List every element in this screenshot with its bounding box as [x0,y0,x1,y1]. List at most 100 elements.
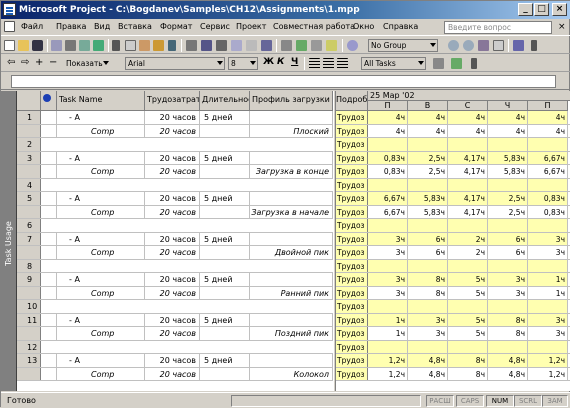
task-profile[interactable] [250,192,333,205]
assignment-duration[interactable] [200,165,250,178]
help-icon[interactable] [513,40,524,51]
table-row[interactable]: 7 - A 20 часов 5 дней [17,232,333,246]
usage-cell[interactable]: 4,17ч [448,165,488,178]
show-button[interactable]: Показать [63,57,111,70]
work-contour[interactable]: Загрузка в конце [250,165,333,178]
assignment-work[interactable]: 20 часов [145,367,200,380]
task-name[interactable]: - A [57,273,145,286]
globe-icon[interactable] [347,40,358,51]
usage-cell[interactable]: 3ч [528,327,568,340]
usage-cell[interactable]: 6,67ч [528,165,568,178]
menu-view[interactable]: Вид [94,22,110,31]
arrow-left-icon[interactable]: ⇦ [7,57,15,68]
usage-cell[interactable]: 4,8ч [488,367,528,380]
usage-cell[interactable] [408,259,448,272]
autofilter-icon[interactable] [433,58,444,69]
copy-view-icon[interactable] [493,40,504,51]
usage-cell[interactable]: 3ч [528,313,568,326]
usage-cell[interactable] [488,178,528,191]
work-contour[interactable]: Загрузка в начале [250,205,333,218]
usage-cell[interactable]: 5ч [448,286,488,299]
work-contour[interactable]: Поздний пик [250,327,333,340]
usage-cell[interactable]: 3ч [488,286,528,299]
usage-cell[interactable]: 1,2ч [368,367,408,380]
row-number[interactable]: 3 [17,151,41,164]
assignment-duration[interactable] [200,205,250,218]
usage-cell[interactable] [488,300,528,313]
row-number[interactable]: 6 [17,219,41,232]
usage-cell[interactable]: 6ч [488,232,528,245]
row-number[interactable] [17,286,41,299]
usage-cell[interactable]: 4ч [368,111,408,124]
resource-name[interactable]: Comp [57,327,145,340]
task-name[interactable]: - A [57,192,145,205]
assignment-row[interactable]: Comp 20 часов Двойной пик [17,246,333,260]
assignment-work[interactable]: 20 часов [145,165,200,178]
usage-cell[interactable]: 2ч [448,246,488,259]
help-search-input[interactable]: Введите вопрос [444,21,552,34]
row-number[interactable] [17,124,41,137]
row-number[interactable]: 4 [17,178,41,191]
usage-cell[interactable]: 8ч [488,327,528,340]
menu-window[interactable]: Окно [353,22,374,31]
task-work[interactable]: 20 часов [145,111,200,124]
usage-cell[interactable] [408,219,448,232]
table-row[interactable]: 8 [17,259,333,273]
task-name[interactable]: - A [57,232,145,245]
resource-name[interactable]: Comp [57,246,145,259]
align-center-icon[interactable] [323,58,334,69]
task-duration[interactable]: 5 дней [200,151,250,164]
usage-cell[interactable]: 4,17ч [448,151,488,164]
work-contour[interactable]: Ранний пик [250,286,333,299]
table-row[interactable]: 12 [17,340,333,354]
usage-cell[interactable] [448,138,488,151]
zoom-in-icon[interactable] [448,40,459,51]
row-number[interactable] [17,327,41,340]
task-profile[interactable] [250,354,333,367]
align-left-icon[interactable] [309,58,320,69]
usage-cell[interactable]: 4ч [368,124,408,137]
table-row[interactable]: 4 [17,178,333,192]
usage-cell[interactable]: 8ч [448,367,488,380]
usage-cell[interactable]: 3ч [408,313,448,326]
assignment-row[interactable]: Comp 20 часов Загрузка в начале [17,205,333,219]
usage-cell[interactable] [408,138,448,151]
assignment-row[interactable]: Comp 20 часов Ранний пик [17,286,333,300]
paste-icon[interactable] [139,40,150,51]
task-name[interactable]: - A [57,313,145,326]
gantt-wizard-icon[interactable] [451,58,462,69]
resource-name[interactable]: Comp [57,205,145,218]
usage-cell[interactable] [488,259,528,272]
usage-cell[interactable] [448,300,488,313]
usage-cell[interactable] [408,300,448,313]
close-document-icon[interactable]: × [558,22,566,32]
usage-cell[interactable]: 5ч [448,313,488,326]
assignment-row[interactable]: Comp 20 часов Плоский [17,124,333,138]
plus-icon[interactable]: + [35,57,43,68]
group-select[interactable]: No Group [368,39,438,52]
usage-cell[interactable]: 6ч [408,246,448,259]
notes-icon[interactable] [246,40,257,51]
app-icon[interactable] [3,3,16,16]
usage-cell[interactable]: 5,83ч [488,165,528,178]
usage-cell[interactable]: 3ч [528,246,568,259]
task-duration[interactable]: 5 дней [200,111,250,124]
view-bar[interactable]: Task Usage [1,91,17,391]
row-number[interactable]: 8 [17,259,41,272]
task-duration[interactable]: 5 дней [200,354,250,367]
task-profile[interactable] [250,273,333,286]
usage-cell[interactable]: 2ч [448,232,488,245]
usage-cell[interactable] [368,219,408,232]
usage-cell[interactable]: 3ч [368,273,408,286]
header-profile[interactable]: Профиль загрузки [250,91,333,111]
usage-cell[interactable]: 6ч [488,246,528,259]
usage-cell[interactable]: 2,5ч [408,151,448,164]
usage-cell[interactable]: 4,8ч [488,354,528,367]
header-work[interactable]: Трудозатраты [145,91,200,111]
assign-resources-icon[interactable] [261,40,272,51]
usage-cell[interactable]: 5,83ч [408,205,448,218]
task-work[interactable]: 20 часов [145,192,200,205]
usage-cell[interactable] [408,178,448,191]
row-number[interactable] [17,367,41,380]
cut-icon[interactable] [112,40,120,51]
